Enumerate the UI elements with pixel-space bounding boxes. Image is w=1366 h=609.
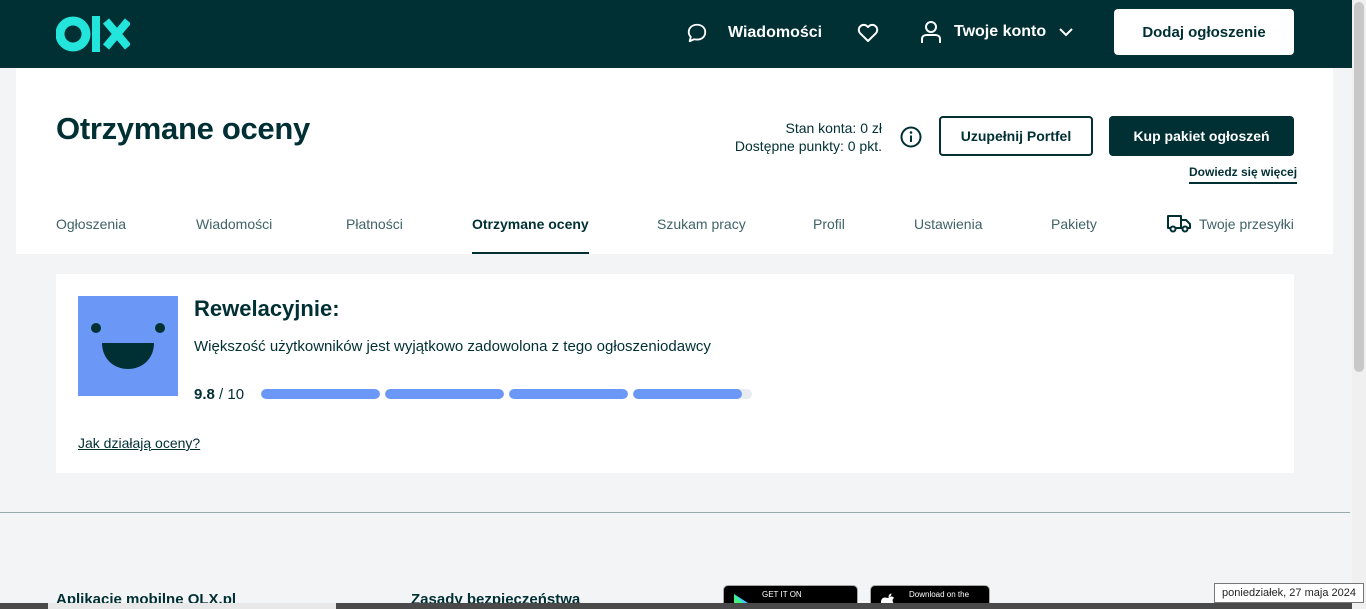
user-icon <box>921 21 941 43</box>
tab-listings[interactable]: Ogłoszenia <box>56 213 126 254</box>
rating-bar-fill <box>385 389 504 399</box>
taskbar <box>0 603 1352 609</box>
info-icon[interactable] <box>900 126 922 148</box>
tab-shipments-label: Twoje przesyłki <box>1199 216 1294 232</box>
tab-received-ratings[interactable]: Otrzymane oceny <box>472 213 589 254</box>
tab-shipments[interactable]: Twoje przesyłki <box>1167 213 1294 254</box>
taskbar-item[interactable] <box>48 603 336 609</box>
account-label: Twoje konto <box>954 23 1047 40</box>
chat-bubble-icon <box>687 23 707 43</box>
add-listing-button[interactable]: Dodaj ogłoszenie <box>1114 9 1294 55</box>
tab-payments[interactable]: Płatności <box>346 213 403 254</box>
google-play-label: GET IT ON <box>762 590 802 599</box>
buy-package-button[interactable]: Kup pakiet ogłoszeń <box>1109 116 1294 156</box>
olx-logo[interactable] <box>56 15 130 53</box>
footer-divider <box>0 512 1350 513</box>
rating-bar-segment <box>509 389 628 399</box>
delivery-truck-icon <box>1167 215 1191 233</box>
heart-icon[interactable] <box>856 21 880 45</box>
tab-packages[interactable]: Pakiety <box>1051 213 1097 254</box>
wallet-balance: Stan konta: 0 zł Dostępne punkty: 0 pkt. <box>735 119 882 155</box>
messages-link[interactable]: Wiadomości <box>686 21 822 45</box>
rating-bar-segment <box>385 389 504 399</box>
tab-messages[interactable]: Wiadomości <box>196 213 272 254</box>
how-ratings-work-link[interactable]: Jak działają oceny? <box>78 435 200 451</box>
messages-label: Wiadomości <box>728 24 823 41</box>
smiley-face-icon <box>78 296 178 396</box>
scrollbar-thumb[interactable] <box>1354 2 1364 372</box>
chevron-down-icon <box>1059 28 1073 37</box>
page-title: Otrzymane oceny <box>56 111 310 146</box>
account-menu[interactable]: Twoje konto <box>920 20 1074 44</box>
smiley-face-graphic <box>91 323 165 369</box>
rating-bar-segment <box>633 389 752 399</box>
rating-bar-segment <box>261 389 380 399</box>
rating-bar-fill <box>633 389 743 399</box>
rating-bar-fill <box>509 389 628 399</box>
tab-job-search[interactable]: Szukam pracy <box>657 213 746 254</box>
learn-more-link[interactable]: Dowiedz się więcej <box>1189 165 1298 184</box>
rating-bar-fill <box>261 389 380 399</box>
points-label: Dostępne punkty: 0 pkt. <box>734 138 882 154</box>
app-store-label: Download on the <box>909 590 970 599</box>
rating-title: Rewelacyjnie: <box>194 296 340 321</box>
balance-label: Stan konta: 0 zł <box>785 120 882 136</box>
score-max: / 10 <box>219 386 245 403</box>
rating-score: 9.8 / 10 <box>194 386 244 403</box>
rating-description: Większość użytkowników jest wyjątkowo za… <box>194 338 711 355</box>
rating-progress-bars <box>261 389 753 399</box>
taskbar-date: poniedziałek, 27 maja 2024 <box>1214 583 1364 603</box>
score-value: 9.8 <box>194 386 215 403</box>
account-tabs: Ogłoszenia Wiadomości Płatności Otrzyman… <box>56 213 1294 254</box>
tab-settings[interactable]: Ustawienia <box>914 213 982 254</box>
tab-profile[interactable]: Profil <box>813 213 845 254</box>
top-up-wallet-button[interactable]: Uzupełnij Portfel <box>939 116 1093 156</box>
